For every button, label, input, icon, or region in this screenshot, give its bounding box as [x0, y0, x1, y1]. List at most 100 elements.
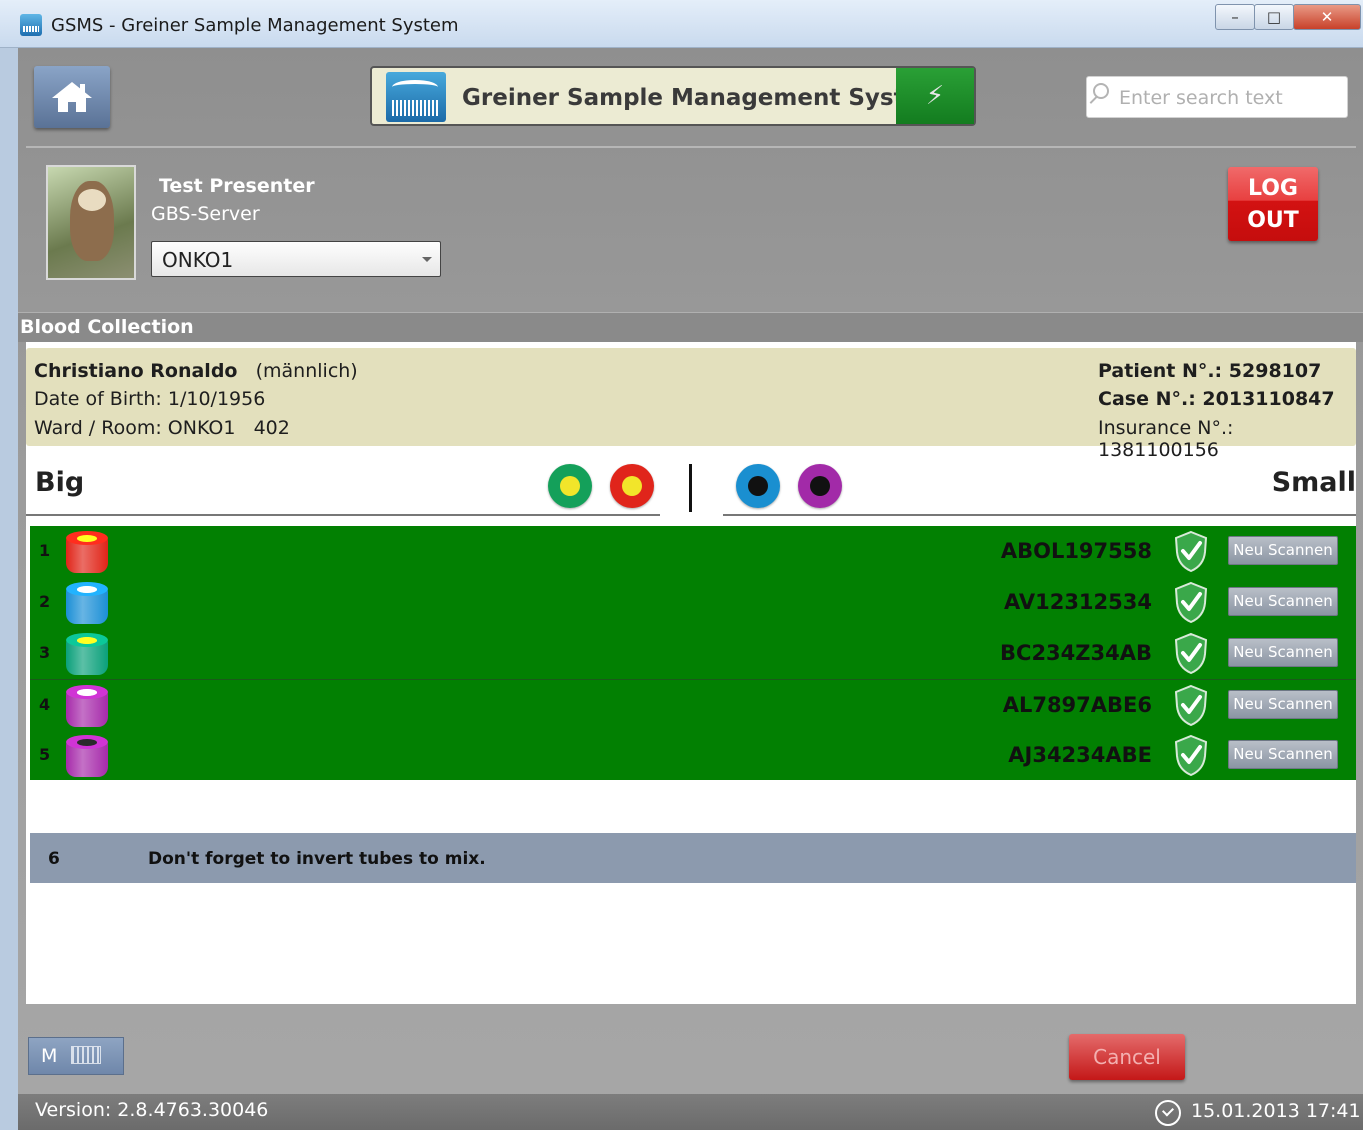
avatar	[46, 165, 136, 280]
verified-shield-icon	[1174, 734, 1208, 776]
rescan-button[interactable]: Neu Scannen	[1228, 690, 1338, 719]
tube-barcode: AL7897ABE6	[1002, 693, 1152, 717]
verified-shield-icon	[1174, 530, 1208, 572]
tube-number: 4	[39, 695, 51, 714]
big-tubes-label: Big	[35, 467, 85, 498]
banner-title: Greiner Sample Management System	[462, 85, 945, 111]
tube-barcode: AJ34234ABE	[1008, 743, 1152, 767]
patient-info: Christiano Ronaldo (männlich) Date of Bi…	[26, 348, 1356, 461]
mix-reminder-row: 6 Don't forget to invert tubes to mix.	[30, 833, 1356, 883]
content-panel: Christiano Ronaldo (männlich) Date of Bi…	[26, 342, 1356, 1004]
patient-name: Christiano Ronaldo	[34, 360, 238, 382]
patient-no-value: 5298107	[1228, 360, 1322, 382]
datetime-text: 15.01.2013 17:41	[1191, 1100, 1361, 1122]
logout-button[interactable]: LOG OUT	[1228, 167, 1318, 241]
cancel-button[interactable]: Cancel	[1069, 1034, 1185, 1080]
tube-row: 4 AL7897ABE6 Neu Scannen	[30, 680, 1356, 730]
home-icon	[52, 82, 92, 112]
window-titlebar: GSMS - Greiner Sample Management System …	[0, 0, 1363, 48]
tube-cap-icon	[64, 631, 110, 677]
big-cap-green-indicator	[548, 464, 592, 508]
keyboard-toggle-button[interactable]: M	[28, 1037, 124, 1075]
version-text: Version: 2.8.4763.30046	[35, 1099, 269, 1121]
verified-shield-icon	[1174, 632, 1208, 674]
ward-select[interactable]: ONKO1	[151, 241, 441, 277]
tube-number: 1	[39, 541, 51, 560]
room-value: 402	[253, 417, 290, 439]
ward-label: Ward / Room:	[34, 417, 162, 439]
app-banner: Greiner Sample Management System ⚡	[370, 66, 976, 126]
reminder-text: Don't forget to invert tubes to mix.	[148, 849, 486, 869]
patient-name-line: Christiano Ronaldo (männlich)	[34, 360, 358, 382]
user-name: Test Presenter	[159, 175, 315, 197]
window-title: GSMS - Greiner Sample Management System	[51, 15, 459, 36]
status-bar: Version: 2.8.4763.30046 15.01.2013 17:41	[18, 1094, 1363, 1130]
user-server: GBS-Server	[151, 203, 260, 225]
rescan-button[interactable]: Neu Scannen	[1228, 740, 1338, 769]
tube-group-small: 4 AL7897ABE6 Neu Scannen 5 AJ34234ABE Neu Sc…	[30, 680, 1356, 780]
minimize-button[interactable]: –	[1215, 4, 1255, 30]
small-tubes-label: Small	[1271, 467, 1356, 498]
tube-group-big: 1 ABOL197558 Neu Scannen 2 AV12312534 Neu Sc…	[30, 526, 1356, 680]
patient-gender: (männlich)	[255, 360, 358, 382]
tube-barcode: ABOL197558	[1000, 539, 1152, 563]
section-header: Blood Collection	[18, 312, 1363, 342]
rescan-button[interactable]: Neu Scannen	[1228, 638, 1338, 667]
ward-select-value: ONKO1	[162, 248, 234, 272]
verified-shield-icon	[1174, 581, 1208, 623]
clock-icon	[1155, 1100, 1181, 1126]
app-icon	[20, 14, 42, 36]
connection-plug-icon: ⚡	[896, 68, 974, 124]
case-number-line: Case N°.: 2013110847	[1098, 388, 1335, 410]
tube-row: 2 AV12312534 Neu Scannen	[30, 577, 1356, 628]
rescan-button[interactable]: Neu Scannen	[1228, 536, 1338, 565]
patient-number-line: Patient N°.: 5298107	[1098, 360, 1321, 382]
reminder-number: 6	[48, 849, 60, 869]
tube-cap-icon	[64, 529, 110, 575]
keyboard-mode-label: M	[41, 1045, 58, 1067]
tube-row: 5 AJ34234ABE Neu Scannen	[30, 730, 1356, 780]
logout-label-line1: LOG	[1248, 176, 1298, 201]
greiner-logo	[386, 72, 446, 122]
patient-dob-line: Date of Birth: 1/10/1956	[34, 388, 265, 410]
big-underline	[26, 514, 660, 516]
search-input[interactable]	[1119, 85, 1339, 111]
close-button[interactable]: ✕	[1293, 4, 1361, 30]
header-divider	[26, 146, 1356, 148]
tube-cap-icon	[64, 580, 110, 626]
rescan-button[interactable]: Neu Scannen	[1228, 587, 1338, 616]
small-cap-blue-indicator	[736, 464, 780, 508]
small-cap-purple-indicator	[798, 464, 842, 508]
window-controls: – □ ✕	[1215, 4, 1361, 30]
tube-number: 5	[39, 745, 51, 764]
patient-no-label: Patient N°.:	[1098, 360, 1223, 382]
logout-label-line2: OUT	[1247, 208, 1299, 233]
tube-row: 1 ABOL197558 Neu Scannen	[30, 526, 1356, 577]
insurance-label: Insurance N°.:	[1098, 417, 1234, 439]
tube-number: 3	[39, 643, 51, 662]
chevron-down-icon	[422, 257, 432, 262]
tube-barcode: AV12312534	[1004, 590, 1152, 614]
tube-barcode: BC234Z34AB	[1000, 641, 1152, 665]
maximize-button[interactable]: □	[1254, 4, 1294, 30]
case-no-value: 2013110847	[1202, 388, 1335, 410]
tube-number: 2	[39, 592, 51, 611]
case-no-label: Case N°.:	[1098, 388, 1196, 410]
search-box[interactable]	[1086, 76, 1348, 118]
dob-value: 1/10/1956	[167, 388, 266, 410]
tube-size-header: Big Small	[26, 452, 1356, 520]
home-button[interactable]	[34, 66, 110, 128]
ward-value: ONKO1	[167, 417, 236, 439]
size-divider	[689, 464, 692, 512]
big-cap-red-indicator	[610, 464, 654, 508]
small-underline	[723, 514, 1356, 516]
tube-cap-icon	[64, 733, 110, 779]
section-title: Blood Collection	[20, 316, 194, 338]
search-icon	[1093, 83, 1109, 99]
dob-label: Date of Birth:	[34, 388, 162, 410]
tube-list: 1 ABOL197558 Neu Scannen 2 AV12312534 Neu Sc…	[30, 526, 1356, 780]
patient-ward-line: Ward / Room: ONKO1 402	[34, 417, 290, 439]
tube-cap-icon	[64, 683, 110, 729]
app-window: Greiner Sample Management System ⚡ Test …	[18, 48, 1363, 1130]
keyboard-icon	[71, 1046, 101, 1064]
